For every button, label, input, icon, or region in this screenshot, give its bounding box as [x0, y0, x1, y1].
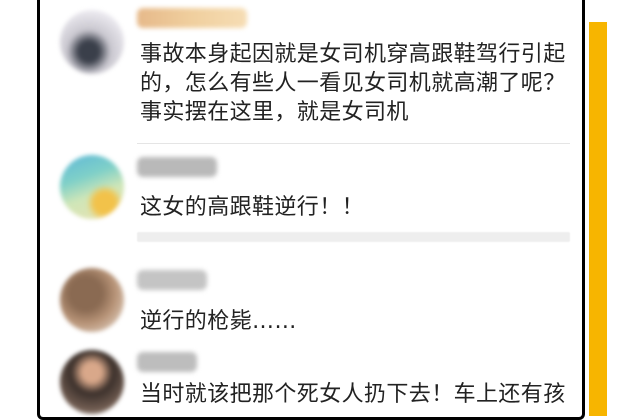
username-blurred[interactable] [137, 8, 247, 28]
user-avatar[interactable] [60, 155, 124, 219]
user-avatar[interactable] [60, 268, 124, 332]
comment-text: 这女的高跟鞋逆行！！ [140, 193, 580, 222]
comment-list-card: 事故本身起因就是女司机穿高跟鞋驾行引起 的，怎么有些人一看见女司机就高潮了呢？ … [37, 0, 585, 420]
comment-text-line: 这女的高跟鞋逆行！！ [140, 195, 365, 220]
yellow-accent-bar [589, 22, 607, 416]
user-avatar[interactable] [60, 10, 124, 74]
comment-text-line: 事故本身起因就是女司机穿高跟鞋驾行引起 [140, 42, 566, 67]
username-blurred[interactable] [137, 352, 197, 372]
comment-text-line: 的，怎么有些人一看见女司机就高潮了呢？ [140, 71, 566, 96]
comment-text-line: 逆行的枪毙…… [140, 309, 297, 334]
comment-text-line: 事实摆在这里，就是女司机 [140, 100, 409, 125]
comment-text: 事故本身起因就是女司机穿高跟鞋驾行引起 的，怎么有些人一看见女司机就高潮了呢？ … [140, 40, 580, 127]
comment-text: 当时就该把那个死女人扔下去！车上还有孩 [140, 380, 580, 409]
user-avatar[interactable] [60, 350, 124, 414]
comment-divider [137, 143, 570, 144]
comment-text-line: 当时就该把那个死女人扔下去！车上还有孩 [140, 382, 566, 407]
reply-preview-bar[interactable] [137, 232, 570, 242]
username-blurred[interactable] [137, 270, 207, 290]
username-blurred[interactable] [137, 157, 217, 177]
comment-text: 逆行的枪毙…… [140, 307, 580, 336]
